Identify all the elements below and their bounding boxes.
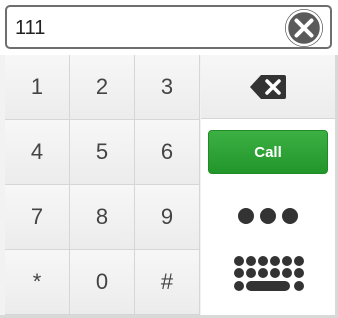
key-5[interactable]: 5 — [70, 120, 134, 184]
key-9[interactable]: 9 — [135, 185, 199, 249]
action-column: Call — [201, 55, 335, 315]
key-star[interactable]: * — [5, 250, 69, 314]
key-4[interactable]: 4 — [5, 120, 69, 184]
key-2[interactable]: 2 — [70, 55, 134, 119]
key-7[interactable]: 7 — [5, 185, 69, 249]
backspace-button[interactable] — [201, 55, 335, 119]
key-3[interactable]: 3 — [135, 55, 199, 119]
key-hash[interactable]: # — [135, 250, 199, 314]
more-dots-icon — [238, 208, 298, 224]
key-0[interactable]: 0 — [70, 250, 134, 314]
action-area: Call — [201, 119, 335, 315]
number-field[interactable] — [5, 5, 332, 49]
phone-number-input[interactable] — [15, 13, 275, 43]
key-1[interactable]: 1 — [5, 55, 69, 119]
keyboard-icon — [234, 256, 304, 291]
keypad: 1 2 3 4 5 6 7 8 9 * 0 # — [5, 55, 200, 315]
more-button[interactable] — [233, 204, 303, 228]
clear-button[interactable] — [284, 8, 324, 48]
backspace-icon — [250, 74, 286, 99]
number-bar — [0, 0, 338, 55]
key-8[interactable]: 8 — [70, 185, 134, 249]
key-6[interactable]: 6 — [135, 120, 199, 184]
close-circle-icon — [285, 9, 323, 47]
call-button[interactable]: Call — [208, 130, 328, 174]
dialer-panel: 1 2 3 4 5 6 7 8 9 * 0 # Call — [0, 0, 338, 318]
keyboard-button[interactable] — [231, 255, 305, 299]
